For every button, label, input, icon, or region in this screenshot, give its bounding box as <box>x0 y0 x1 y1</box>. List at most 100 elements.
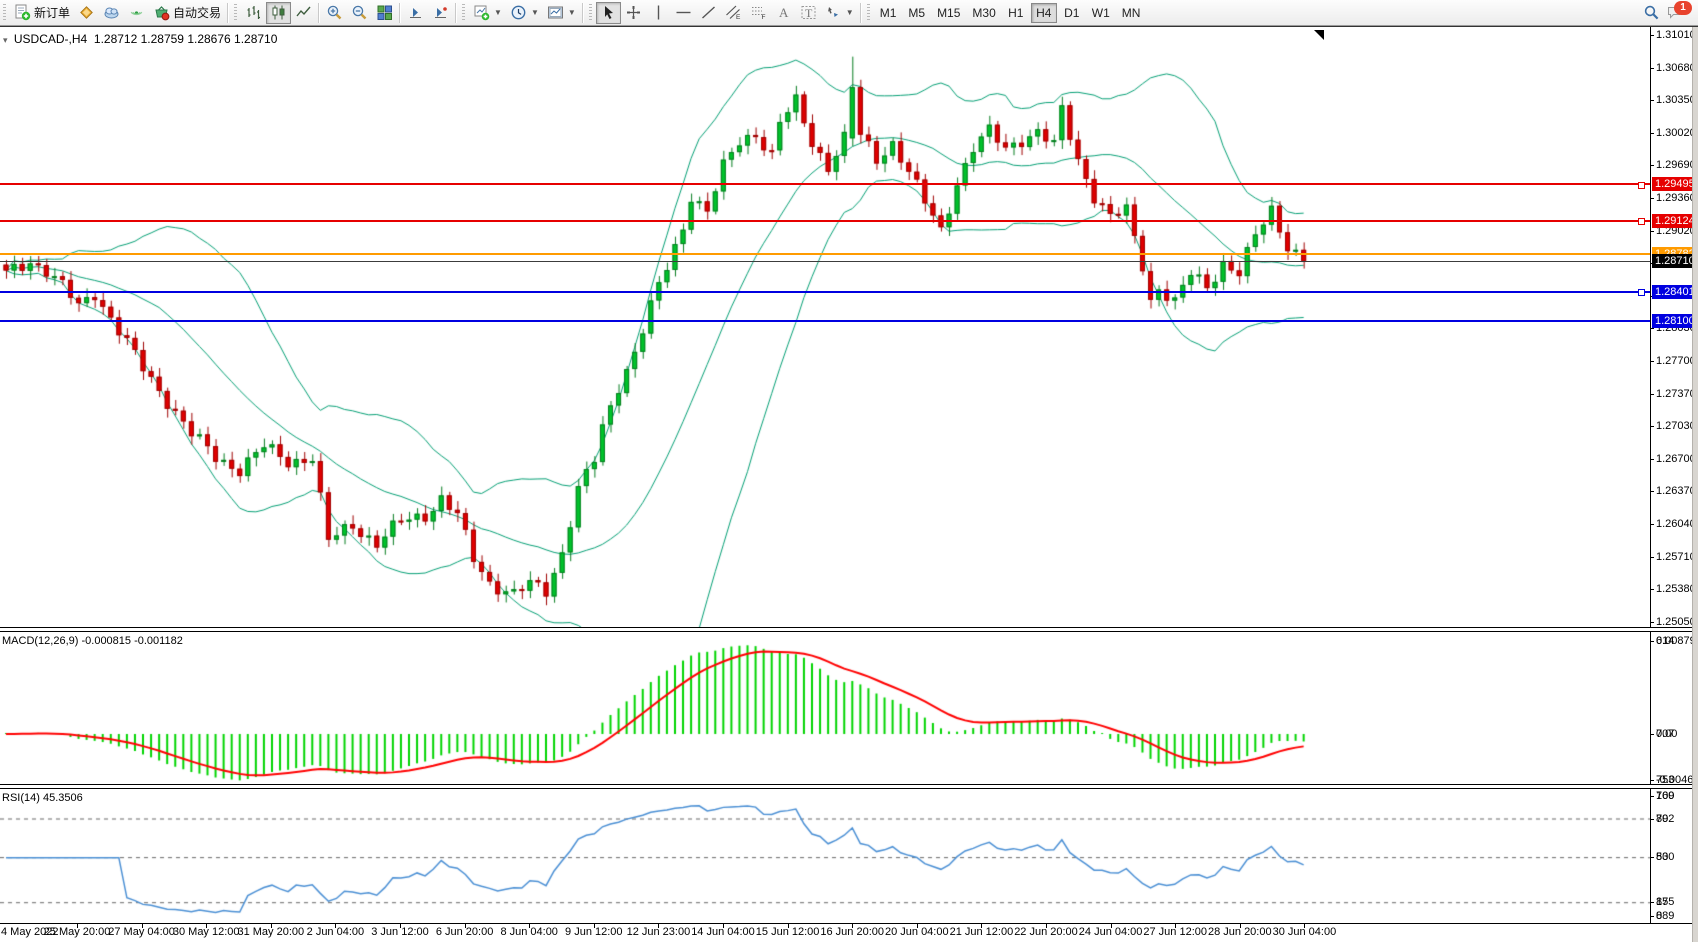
vertical-line-tool-button[interactable] <box>646 2 671 24</box>
bar-chart-icon <box>245 4 262 21</box>
macd-pane-canvas[interactable] <box>0 632 1650 782</box>
price-tick-label: 1.26700 <box>1656 453 1696 465</box>
autotrading-label: 自动交易 <box>173 4 221 21</box>
pane-separator[interactable] <box>0 784 1692 789</box>
new-chart-button[interactable]: ▼ <box>469 2 506 24</box>
toolbar-grip[interactable] <box>462 4 465 22</box>
chart-shift-button[interactable] <box>428 2 453 24</box>
svg-text:F: F <box>761 14 765 21</box>
toolbar-grip[interactable] <box>867 4 870 22</box>
time-tick-mark <box>465 924 466 928</box>
bar-chart-mode-button[interactable] <box>241 2 266 24</box>
horizontal-line[interactable] <box>0 253 1650 255</box>
period-button[interactable]: ▼ <box>506 2 543 24</box>
time-tick-mark <box>981 924 982 928</box>
svg-text:T: T <box>805 6 813 20</box>
zoom-in-button[interactable] <box>322 2 347 24</box>
text-label-icon: T <box>800 4 817 21</box>
pane-separator[interactable] <box>0 627 1692 632</box>
vertical-line-icon <box>650 4 667 21</box>
current-price-line <box>0 261 1650 262</box>
vertical-scrollbar[interactable] <box>1692 27 1698 942</box>
line-handle[interactable] <box>1638 218 1645 225</box>
market-watch-button[interactable] <box>99 2 124 24</box>
timeframe-h4[interactable]: H4 <box>1031 3 1057 23</box>
toolbar-separator <box>318 3 320 23</box>
time-tick-mark <box>1304 924 1305 928</box>
svg-text:E: E <box>736 14 741 21</box>
dropdown-caret-icon: ▼ <box>494 8 502 17</box>
scroll-to-end-marker[interactable] <box>1314 30 1324 40</box>
price-tick-label: 1.25710 <box>1656 551 1696 563</box>
timeframe-mn[interactable]: MN <box>1117 3 1146 23</box>
notifications-button[interactable]: 1 <box>1666 3 1688 23</box>
chart-symbol: USDCAD-,H4 <box>14 32 87 46</box>
line-handle[interactable] <box>1638 289 1645 296</box>
text-label-tool-button[interactable]: T <box>796 2 821 24</box>
rsi-tick-label: 50 <box>1656 851 1668 863</box>
autotrading-icon <box>153 4 170 21</box>
price-chart-canvas[interactable] <box>0 27 1650 627</box>
chart-menu-icon[interactable]: ▾ <box>3 35 8 45</box>
price-tick-label: 1.27370 <box>1656 388 1696 400</box>
timeframe-m5[interactable]: M5 <box>903 3 930 23</box>
price-tick-label: 1.26040 <box>1656 518 1696 530</box>
horizontal-line[interactable] <box>0 320 1650 322</box>
price-tick-label: 1.30350 <box>1656 94 1696 106</box>
trendline-tool-button[interactable] <box>696 2 721 24</box>
line-chart-mode-button[interactable] <box>291 2 316 24</box>
toolbar-separator <box>399 3 401 23</box>
crosshair-tool-button[interactable] <box>621 2 646 24</box>
time-tick-mark <box>1046 924 1047 928</box>
fibonacci-tool-button[interactable]: F <box>746 2 771 24</box>
timeframe-m15[interactable]: M15 <box>932 3 965 23</box>
arrows-tool-button[interactable]: ▼ <box>821 2 858 24</box>
template-button[interactable]: ▼ <box>543 2 580 24</box>
auto-scroll-button[interactable] <box>403 2 428 24</box>
rsi-tick-label: 15 <box>1656 896 1668 908</box>
price-tick-label: 1.25380 <box>1656 583 1696 595</box>
zoom-out-button[interactable] <box>347 2 372 24</box>
rsi-pane-canvas[interactable] <box>0 789 1650 923</box>
text-tool-button[interactable]: A <box>771 2 796 24</box>
time-tick-mark <box>852 924 853 928</box>
cursor-tool-button[interactable] <box>596 2 621 24</box>
price-tick-label: 1.25050 <box>1656 616 1696 628</box>
metaeditor-button[interactable] <box>74 2 99 24</box>
candlestick-icon <box>270 4 287 21</box>
time-tick-mark <box>77 924 78 928</box>
tile-windows-button[interactable] <box>372 2 397 24</box>
horizontal-line-tool-button[interactable] <box>671 2 696 24</box>
trendline-icon <box>700 4 717 21</box>
price-tick-label: 1.29690 <box>1656 159 1696 171</box>
toolbar-right: 1 <box>1643 3 1698 23</box>
cloud-icon <box>103 4 120 21</box>
toolbar-grip[interactable] <box>3 4 6 22</box>
timeframe-group: M1M5M15M30H1H4D1W1MN <box>874 3 1147 23</box>
horizontal-line[interactable] <box>0 183 1650 185</box>
tile-windows-icon <box>376 4 393 21</box>
time-tick-mark <box>271 924 272 928</box>
search-icon[interactable] <box>1643 4 1660 21</box>
timeframe-m30[interactable]: M30 <box>967 3 1000 23</box>
signals-button[interactable] <box>124 2 149 24</box>
price-tick-label: 1.29360 <box>1656 192 1696 204</box>
metaeditor-icon <box>78 4 95 21</box>
timeframe-h1[interactable]: H1 <box>1003 3 1029 23</box>
line-handle[interactable] <box>1638 182 1645 189</box>
autotrading-button[interactable]: 自动交易 <box>149 2 225 24</box>
notification-badge: 1 <box>1674 1 1692 15</box>
timeframe-m1[interactable]: M1 <box>875 3 902 23</box>
toolbar-grip[interactable] <box>589 4 592 22</box>
timeframe-w1[interactable]: W1 <box>1087 3 1115 23</box>
horizontal-line[interactable] <box>0 220 1650 222</box>
auto-scroll-icon <box>407 4 424 21</box>
new-order-button[interactable]: 新订单 <box>10 2 74 24</box>
price-tick-label: 1.30680 <box>1656 62 1696 74</box>
timeframe-d1[interactable]: D1 <box>1059 3 1085 23</box>
horizontal-line[interactable] <box>0 291 1650 293</box>
toolbar-grip[interactable] <box>234 4 237 22</box>
equidistant-channel-tool-button[interactable]: E <box>721 2 746 24</box>
rsi-label: RSI(14) 45.3506 <box>2 792 83 804</box>
candle-chart-mode-button[interactable] <box>266 2 291 24</box>
